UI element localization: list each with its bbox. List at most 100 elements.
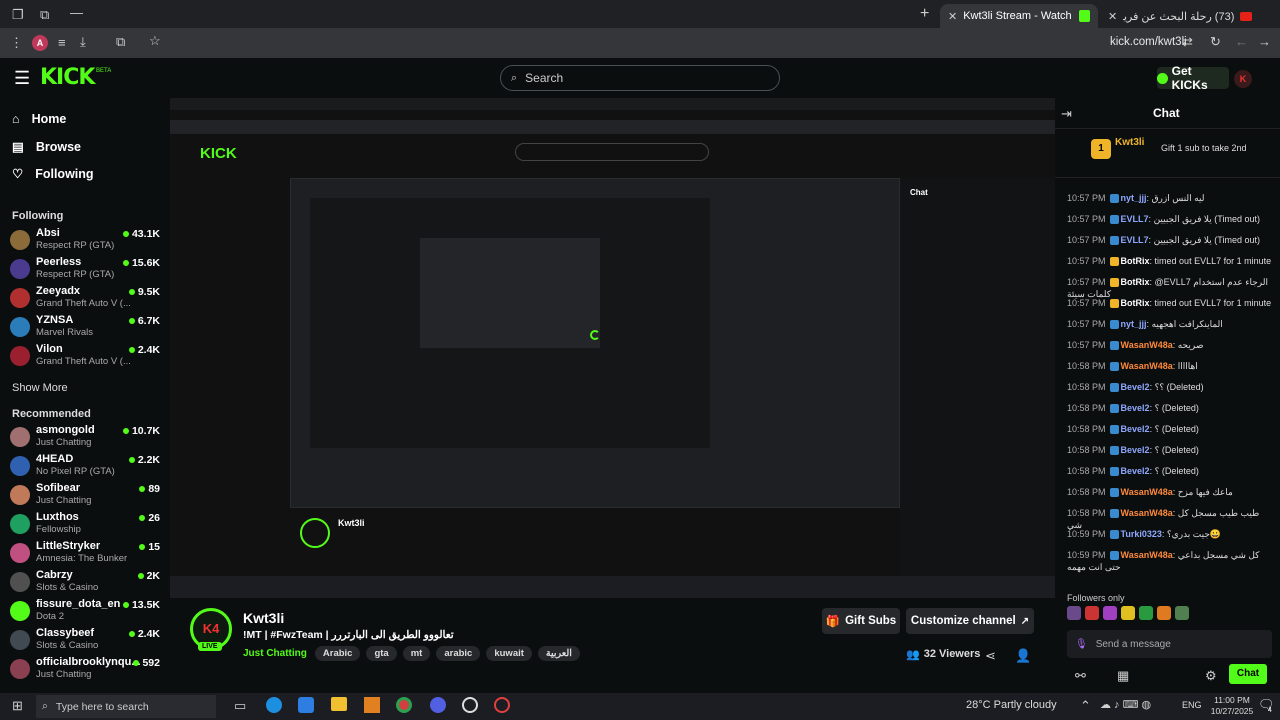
- emote-icon[interactable]: [1103, 606, 1117, 620]
- sidebar-channel-item[interactable]: LittleStryker Amnesia: The Bunker 15: [10, 540, 160, 568]
- nav-following[interactable]: ♡ Following: [12, 166, 94, 182]
- kick-logo[interactable]: KICK: [40, 65, 95, 90]
- message-user[interactable]: Bevel2: [1121, 445, 1150, 455]
- sidebar-channel-item[interactable]: Zeeyadx Grand Theft Auto V (... 9.5K: [10, 285, 160, 313]
- emote-icon[interactable]: [1067, 606, 1081, 620]
- chrome-icon[interactable]: [396, 697, 412, 713]
- chat-message[interactable]: 10:57 PM nyt_jjj: الماينكرافت اهجهيه: [1067, 318, 1272, 330]
- sidebar-channel-item[interactable]: Absi Respect RP (GTA) 43.1K: [10, 227, 160, 255]
- taskbar-search[interactable]: ⌕ Type here to search: [36, 695, 216, 718]
- chat-send-button[interactable]: Chat: [1229, 664, 1267, 684]
- sidebar-channel-item[interactable]: Vilon Grand Theft Auto V (... 2.4K: [10, 343, 160, 371]
- message-user[interactable]: BotRix: [1121, 298, 1150, 308]
- sidebar-channel-item[interactable]: asmongold Just Chatting 10.7K: [10, 424, 160, 452]
- restore-icon[interactable]: ⧉: [40, 7, 49, 23]
- message-user[interactable]: EVLL7: [1121, 214, 1149, 224]
- sidebar-channel-item[interactable]: Luxthos Fellowship 26: [10, 511, 160, 539]
- menu-dots-icon[interactable]: ⋮: [10, 35, 23, 51]
- message-user[interactable]: EVLL7: [1121, 235, 1149, 245]
- site-settings-icon[interactable]: ⇄: [1182, 34, 1193, 50]
- show-more-link[interactable]: Show More: [12, 382, 68, 394]
- notifications-icon[interactable]: 🗨: [1258, 697, 1275, 713]
- obs-icon[interactable]: [462, 697, 478, 713]
- weather-widget[interactable]: 28°C Partly cloudy: [966, 699, 1057, 711]
- chat-message[interactable]: 10:58 PM WasanW48a: ماعك فيها مزح: [1067, 486, 1272, 498]
- hamburger-menu-icon[interactable]: ☰: [14, 68, 30, 89]
- windows-start-icon[interactable]: ⊞: [12, 698, 23, 714]
- sidebar-channel-item[interactable]: officialbrooklynqu... Just Chatting 592: [10, 656, 160, 684]
- message-user[interactable]: WasanW48a: [1121, 508, 1173, 518]
- tab-kick[interactable]: ✕ Kwt3li Stream - Watch Live on K: [940, 4, 1098, 28]
- sidebar-channel-item[interactable]: Sofibear Just Chatting 89: [10, 482, 160, 510]
- message-user[interactable]: Bevel2: [1121, 424, 1150, 434]
- message-user[interactable]: Bevel2: [1121, 466, 1150, 476]
- download-icon[interactable]: ⤓: [80, 34, 86, 50]
- message-user[interactable]: Turki0323: [1121, 529, 1162, 539]
- emote-icon[interactable]: [1157, 606, 1171, 620]
- sidebar-channel-item[interactable]: YZNSA Marvel Rivals 6.7K: [10, 314, 160, 342]
- emote-icon[interactable]: [1139, 606, 1153, 620]
- close-icon[interactable]: ✕: [1108, 10, 1117, 23]
- message-user[interactable]: Bevel2: [1121, 403, 1150, 413]
- follow-user-icon[interactable]: 👤: [1015, 648, 1031, 664]
- settings-gear-icon[interactable]: ⚙: [1205, 668, 1217, 684]
- nav-home[interactable]: ⌂ Home: [12, 112, 66, 126]
- url-field[interactable]: kick.com/kwt3li: [1110, 36, 1187, 48]
- settings-link-icon[interactable]: ⚯: [1075, 668, 1086, 684]
- tray-chevron-icon[interactable]: ⌃: [1080, 698, 1091, 714]
- chat-message[interactable]: 10:57 PM EVLL7: يلا فريق الجبيين (Timed o…: [1067, 234, 1272, 246]
- message-user[interactable]: nyt_jjj: [1121, 193, 1147, 203]
- chat-message[interactable]: 10:57 PM EVLL7: يلا فريق الجبيين (Timed o…: [1067, 213, 1272, 225]
- clock-date[interactable]: 10/27/2025: [1208, 706, 1256, 716]
- message-user[interactable]: BotRix: [1121, 256, 1150, 266]
- sidebar-channel-item[interactable]: Cabrzy Slots & Casino 2K: [10, 569, 160, 597]
- tag[interactable]: arabic: [436, 646, 481, 661]
- chat-input[interactable]: 🎙 Send a message: [1067, 630, 1272, 658]
- profile-avatar[interactable]: A: [32, 35, 48, 51]
- search-input[interactable]: ⌕ Search: [500, 65, 780, 91]
- sidebar-channel-item[interactable]: Peerless Respect RP (GTA) 15.6K: [10, 256, 160, 284]
- collapse-chat-icon[interactable]: ⇥: [1061, 106, 1072, 122]
- chat-message[interactable]: 10:57 PM WasanW48a: صريحه: [1067, 339, 1272, 351]
- message-user[interactable]: nyt_jjj: [1121, 319, 1147, 329]
- user-avatar[interactable]: K: [1234, 70, 1252, 88]
- chat-message[interactable]: 10:58 PM Bevel2: ؟ (Deleted): [1067, 423, 1272, 435]
- sidebar-channel-item[interactable]: fissure_dota_en Dota 2 13.5K: [10, 598, 160, 626]
- message-user[interactable]: BotRix: [1121, 277, 1150, 287]
- chat-message[interactable]: 10:58 PM Bevel2: ؟ (Deleted): [1067, 444, 1272, 456]
- tray-icons[interactable]: ☁ ♪ ⌨ ◍: [1100, 698, 1151, 711]
- task-view-icon[interactable]: ▭: [234, 698, 246, 714]
- close-icon[interactable]: ✕: [948, 10, 957, 23]
- tag[interactable]: gta: [366, 646, 397, 661]
- clock-time[interactable]: 11:00 PM: [1208, 695, 1256, 705]
- tab-youtube[interactable]: ✕ (73) رحلة البحث عن فريق 5# | ال: [1100, 4, 1260, 28]
- tag[interactable]: mt: [402, 646, 431, 661]
- sidebar-toggle-icon[interactable]: ❐: [12, 7, 24, 23]
- extensions-icon[interactable]: ⧉: [116, 34, 125, 50]
- chat-message[interactable]: 10:59 PM Turki0323: جيت بدري؟😀: [1067, 528, 1272, 540]
- chat-message[interactable]: 10:57 PM BotRix: timed out EVLL7 for 1 mi…: [1067, 297, 1272, 309]
- app-icon[interactable]: [430, 697, 446, 713]
- message-user[interactable]: WasanW48a: [1121, 487, 1173, 497]
- forward-icon[interactable]: ←: [1235, 34, 1248, 49]
- emote-icon[interactable]: [1175, 606, 1189, 620]
- share-icon[interactable]: ⋖: [985, 648, 996, 664]
- message-user[interactable]: WasanW48a: [1121, 340, 1173, 350]
- nav-browse[interactable]: ▤ Browse: [12, 139, 81, 155]
- message-user[interactable]: WasanW48a: [1121, 361, 1173, 371]
- reload-icon[interactable]: ↻: [1210, 34, 1221, 50]
- message-user[interactable]: Bevel2: [1121, 382, 1150, 392]
- gift-box-icon[interactable]: ▦: [1117, 668, 1129, 684]
- microphone-icon[interactable]: 🎙: [1075, 639, 1088, 650]
- chat-message[interactable]: 10:57 PM nyt_jjj: ليه النس ازرق: [1067, 192, 1272, 204]
- edge-icon[interactable]: [266, 697, 282, 713]
- channel-name[interactable]: Kwt3li: [243, 610, 284, 626]
- tag[interactable]: kuwait: [486, 646, 532, 661]
- store-icon[interactable]: [298, 697, 314, 713]
- app-icon[interactable]: [494, 697, 510, 713]
- bookmark-star-icon[interactable]: ☆: [149, 33, 161, 49]
- chat-message[interactable]: 10:58 PM WasanW48a: اهااااا: [1067, 360, 1272, 372]
- new-tab-icon[interactable]: +: [920, 5, 929, 23]
- chat-message[interactable]: 10:58 PM Bevel2: ؟ (Deleted): [1067, 402, 1272, 414]
- get-kicks-button[interactable]: Get KICKs: [1157, 64, 1229, 92]
